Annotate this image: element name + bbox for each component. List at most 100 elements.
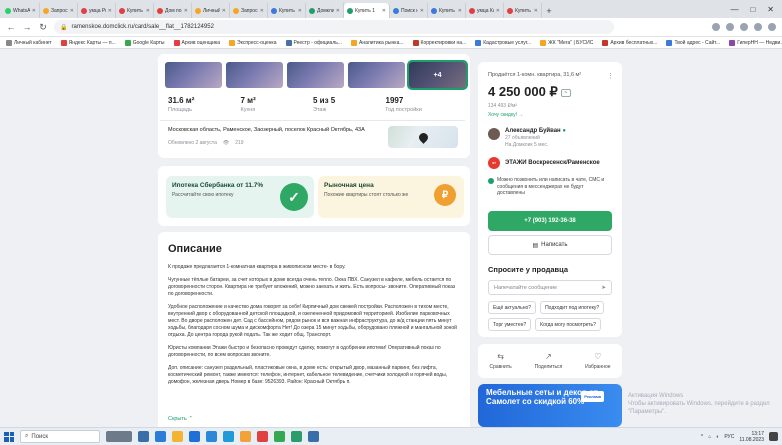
reload-icon[interactable]: ↻ xyxy=(38,22,48,33)
write-button[interactable]: ▤ Написать xyxy=(488,235,612,255)
opera-icon[interactable] xyxy=(257,431,268,442)
tab-close-icon[interactable]: ✕ xyxy=(496,8,500,14)
browser-tab[interactable]: Поиск н ✕ xyxy=(390,3,428,18)
market-price-promo[interactable]: Рыночная цена Похожие квартиры стоят сто… xyxy=(318,176,464,218)
volume-icon[interactable]: ◐ xyxy=(716,434,719,440)
collapse-link[interactable]: Скрыть ⌃ xyxy=(168,416,193,422)
bookmark-item[interactable]: Реестр - официаль... xyxy=(285,39,342,46)
chrome-icon[interactable] xyxy=(274,431,285,442)
widgets-icon[interactable] xyxy=(106,431,132,442)
extension-icon[interactable] xyxy=(740,23,748,31)
photo-thumb-more[interactable]: +4 xyxy=(407,60,468,90)
bookmark-item[interactable]: Архив бесплатных... xyxy=(602,39,657,46)
bookmark-item[interactable]: Яндекс Карты — п... xyxy=(60,39,116,46)
tab-close-icon[interactable]: ✕ xyxy=(184,8,188,14)
tab-close-icon[interactable]: ✕ xyxy=(260,8,264,14)
browser-tab[interactable]: умца Кл✕ xyxy=(466,3,504,18)
mortgage-promo[interactable]: Ипотека Сбербанка от 11.7% Рассчитайте с… xyxy=(166,176,314,218)
word-icon[interactable] xyxy=(308,431,319,442)
browser-tab[interactable]: Личный ✕ xyxy=(192,3,230,18)
chevron-up-icon[interactable]: ^ xyxy=(701,434,703,440)
tab-close-icon[interactable]: ✕ xyxy=(534,8,538,14)
send-icon[interactable]: ➤ xyxy=(601,285,606,291)
minimize-icon[interactable]: — xyxy=(730,5,738,14)
browser-tab[interactable]: умца Ро✕ xyxy=(78,3,116,18)
task-view-icon[interactable] xyxy=(138,431,149,442)
tab-close-icon[interactable]: ✕ xyxy=(32,8,36,14)
bookmark-item[interactable]: ГиперНН — Недви... xyxy=(729,39,782,46)
mail-icon[interactable] xyxy=(189,431,200,442)
app-icon[interactable] xyxy=(155,431,166,442)
bookmark-item[interactable]: Google Карты xyxy=(124,39,165,46)
app-icon[interactable] xyxy=(206,431,217,442)
browser-tab[interactable]: Запрос о✕ xyxy=(230,3,268,18)
tab-close-icon[interactable]: ✕ xyxy=(420,8,424,14)
bookmark-item[interactable]: Личный кабинет xyxy=(6,39,52,46)
tab-close-icon[interactable]: ✕ xyxy=(382,8,386,14)
folder-icon[interactable] xyxy=(172,431,183,442)
bookmark-item[interactable]: Корректировки на... xyxy=(412,39,466,46)
more-menu-icon[interactable]: ⋮ xyxy=(607,72,614,80)
browser-tab[interactable]: Купить 1 ✕ xyxy=(344,3,390,18)
browser-tab[interactable]: WhatsApp✕ xyxy=(2,3,40,18)
extension-icon[interactable] xyxy=(712,23,720,31)
photo-thumb[interactable] xyxy=(348,62,405,88)
clock[interactable]: 13:17 11.08.2023 xyxy=(739,431,764,443)
browser-tab[interactable]: Домклик✕ xyxy=(306,3,344,18)
tab-close-icon[interactable]: ✕ xyxy=(336,8,340,14)
agent-info[interactable]: Александр Буйван ● 27 объявлений На Домк… xyxy=(488,128,566,148)
agency-info[interactable]: ЭТ ЭТАЖИ Воскресенск/Раменское xyxy=(488,157,600,169)
taskbar-search[interactable]: ⌕ Поиск xyxy=(20,430,100,443)
photo-thumb[interactable] xyxy=(287,62,344,88)
tab-close-icon[interactable]: ✕ xyxy=(458,8,462,14)
browser-tab[interactable]: Купить о✕ xyxy=(504,3,542,18)
bookmark-item[interactable]: Твой адрес - Сайт... xyxy=(666,39,720,46)
bookmark-item[interactable]: Архив оценщика xyxy=(173,39,220,46)
forward-icon[interactable]: → xyxy=(22,22,32,32)
close-window-icon[interactable]: ✕ xyxy=(767,5,774,14)
tab-close-icon[interactable]: ✕ xyxy=(146,8,150,14)
download-icon[interactable] xyxy=(754,23,762,31)
action-compare[interactable]: ⇆ Сравнить xyxy=(489,352,511,370)
ad-banner[interactable]: Мебельные сеты и декор от Самолет со ски… xyxy=(478,384,622,427)
discount-link[interactable]: Хочу скидку! → xyxy=(488,112,523,118)
telegram-icon[interactable] xyxy=(223,431,234,442)
tab-close-icon[interactable]: ✕ xyxy=(108,8,112,14)
tab-close-icon[interactable]: ✕ xyxy=(222,8,226,14)
quick-question-chip[interactable]: Когда могу посмотреть? xyxy=(535,318,601,331)
back-icon[interactable]: ← xyxy=(6,22,16,32)
message-input[interactable]: Напечатайте сообщение ➤ xyxy=(488,280,612,295)
browser-tab[interactable]: Купить о✕ xyxy=(116,3,154,18)
maximize-icon[interactable]: □ xyxy=(750,5,755,14)
language-indicator[interactable]: РУС xyxy=(724,434,734,440)
action-share[interactable]: ↗ Поделиться xyxy=(535,352,563,370)
new-tab-icon[interactable]: + xyxy=(542,3,556,18)
map-thumbnail[interactable] xyxy=(388,126,458,148)
star-icon[interactable] xyxy=(726,23,734,31)
network-icon[interactable]: ⌂ xyxy=(708,434,711,440)
phone-button[interactable]: +7 (903) 192-36-38 xyxy=(488,211,612,231)
url-field[interactable]: 🔒 ramenskoe.domclick.ru/card/sale__flat_… xyxy=(54,20,614,34)
price-trend-icon[interactable]: ~ xyxy=(560,88,571,97)
bookmark-item[interactable]: Аналитика рынка... xyxy=(351,39,404,46)
photo-thumb[interactable] xyxy=(226,62,283,88)
tab-close-icon[interactable]: ✕ xyxy=(298,8,302,14)
bookmark-item[interactable]: Кадастровые услуг... xyxy=(475,39,531,46)
quick-question-chip[interactable]: Ещё актуально? xyxy=(488,301,537,314)
bookmark-item[interactable]: Экспресс-оценка xyxy=(229,39,277,46)
action-heart[interactable]: ♡ Избранное xyxy=(585,352,610,370)
windows-start-icon[interactable] xyxy=(4,431,14,442)
excel-icon[interactable] xyxy=(291,431,302,442)
quick-question-chip[interactable]: Торг уместен? xyxy=(488,318,532,331)
profile-icon[interactable] xyxy=(768,23,776,31)
browser-tab[interactable]: Купить о✕ xyxy=(428,3,466,18)
browser-tab[interactable]: Запрос о✕ xyxy=(40,3,78,18)
browser-tab[interactable]: Дом по о✕ xyxy=(154,3,192,18)
photo-thumb[interactable] xyxy=(165,62,222,88)
quick-question-chip[interactable]: Подходит под ипотеку? xyxy=(540,301,605,314)
browser-tab[interactable]: Купить н✕ xyxy=(268,3,306,18)
bookmark-item[interactable]: ЖК "Мега" | БУСИС xyxy=(540,39,593,46)
tab-close-icon[interactable]: ✕ xyxy=(70,8,74,14)
notifications-icon[interactable] xyxy=(769,432,778,441)
yandex-icon[interactable] xyxy=(240,431,251,442)
